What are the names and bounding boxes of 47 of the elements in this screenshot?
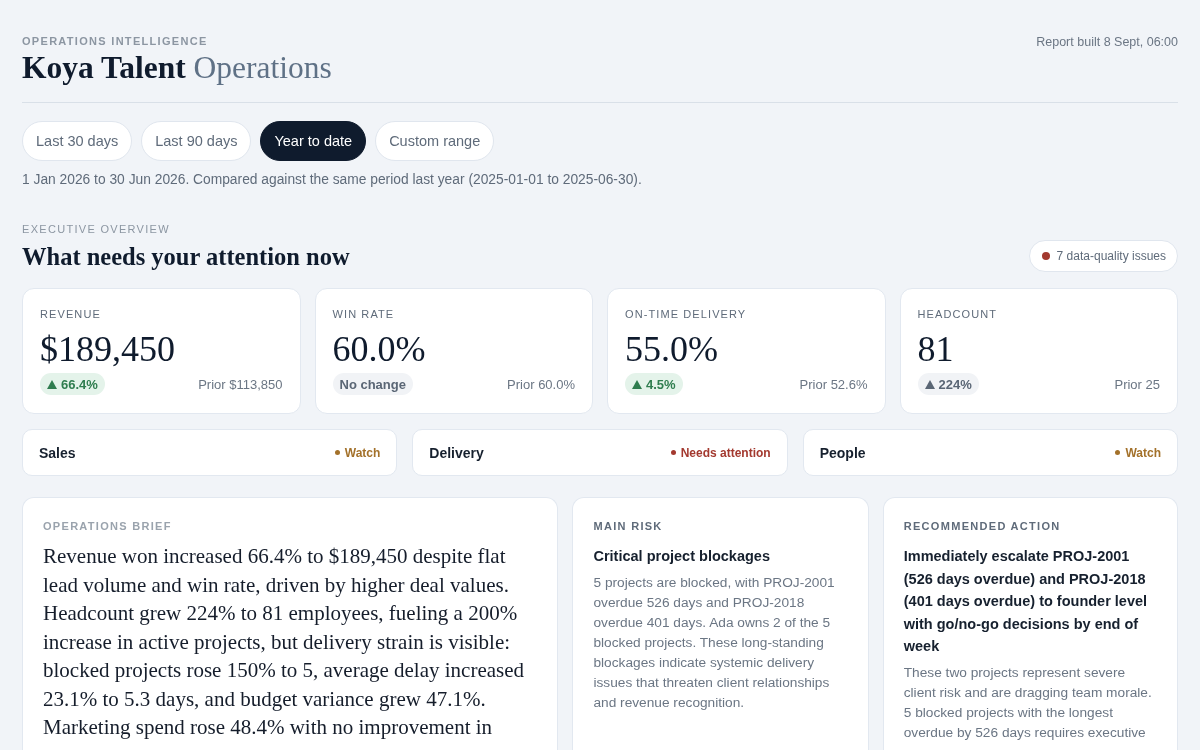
change-value: 66.4% <box>61 376 98 392</box>
period-tab[interactable]: Last 30 days <box>22 121 133 161</box>
prior-value: Prior 60.0% <box>507 376 575 392</box>
up-triangle-icon <box>632 379 642 389</box>
data-quality-badge[interactable]: 7 data-quality issues <box>1028 240 1178 272</box>
kpi-label: HEADCOUNT <box>917 307 999 321</box>
kpi-value: $189,450 <box>40 329 176 369</box>
area-status: Watch <box>344 445 381 460</box>
risk-title: Critical project blockages <box>593 547 771 566</box>
card-label: MAIN RISK <box>593 519 664 533</box>
change-value: 4.5% <box>646 376 676 392</box>
area-name: Delivery <box>429 444 484 461</box>
prior-value: Prior 25 <box>1114 376 1160 392</box>
change-value: No change <box>339 376 406 392</box>
kpi-value: 81 <box>917 329 955 369</box>
kpi-value: 55.0% <box>625 329 719 369</box>
card-label: OPERATIONS BRIEF <box>43 519 173 533</box>
alert-dot-icon <box>1041 252 1050 260</box>
period-tab[interactable]: Year to date <box>260 121 367 161</box>
area-status: Needs attention <box>680 445 771 460</box>
card-label: RECOMMENDED ACTION <box>903 519 1062 533</box>
section-title: What needs your attention now <box>22 243 350 271</box>
period-description: 1 Jan 2026 to 30 Jun 2026. Compared against the same period last year (2025-01-01 to 2025-06-30). <box>22 172 643 188</box>
prior-value: Prior $113,850 <box>198 376 283 392</box>
kpi-label: REVENUE <box>40 307 102 321</box>
action-title: Immediately escalate PROJ-2001 (526 days overdue) and PROJ-2018 (401 days overdue) to founder level with go/no-go decisions by end of week <box>903 547 1149 656</box>
kpi-value: 60.0% <box>332 329 427 369</box>
prior-value: Prior 52.6% <box>799 376 868 392</box>
eyebrow-label: OPERATIONS INTELLIGENCE <box>22 34 209 48</box>
section-eyebrow: EXECUTIVE OVERVIEW <box>22 222 171 236</box>
area-name: Sales <box>39 444 76 461</box>
kpi-label: ON-TIME DELIVERY <box>625 307 748 321</box>
action-description: These two projects represent severe client risk and are dragging team morale. 5 blocked projects with the longest overdue by 526 days requires executive <box>903 663 1153 742</box>
up-triangle-icon <box>924 379 935 389</box>
up-triangle-icon <box>47 379 57 389</box>
change-value: 224% <box>938 376 972 392</box>
area-status: Watch <box>1125 445 1161 460</box>
report-timestamp: Report built 8 Sept, 06:00 <box>1036 35 1178 49</box>
risk-description: 5 projects are blocked, with PROJ-2001 overdue 526 days and PROJ-2018 overdue 401 days. Ada owns 2 of the 5 blocked projects. These long-standing blockages indicate systemic delivery issues that threaten client relationships and revenue recognition. <box>593 573 836 712</box>
kpi-label: WIN RATE <box>332 307 396 321</box>
period-tab[interactable]: Last 90 days <box>141 121 252 161</box>
page-title: Koya Talent <box>22 50 186 85</box>
data-quality-count: 7 data-quality issues <box>1056 249 1166 263</box>
page-title-suffix: Operations <box>193 50 332 85</box>
period-tab[interactable]: Custom range <box>375 121 495 161</box>
brief-text: Revenue won increased 66.4% to $189,450 despite flat lead volume and win rate, driven by higher deal values. Headcount grew 224% to 81 employees, fueling a 200% increase in active projects, but delivery strain is visible: blocked projects rose 150% to 5, average delay increased 23.1% to 5.3 days, and budget variance grew 47.1%. Marketing spend rose 48.4% with no improvement in <box>43 543 526 741</box>
area-name: People <box>819 444 866 461</box>
